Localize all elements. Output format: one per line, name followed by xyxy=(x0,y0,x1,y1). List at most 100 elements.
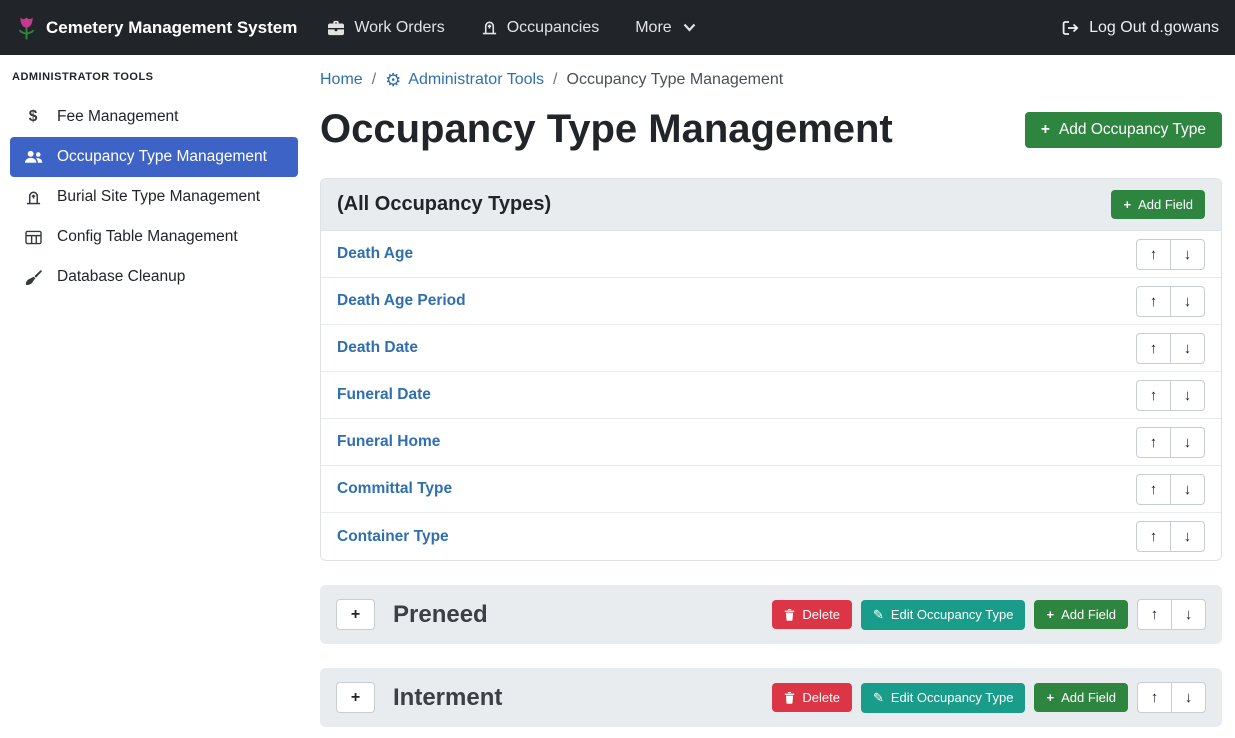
work-orders-icon xyxy=(327,20,345,36)
breadcrumb-administrator-tools[interactable]: ⚙ Administrator Tools xyxy=(385,71,544,89)
add-field-button[interactable]: + Add Field xyxy=(1034,600,1128,629)
arrow-up-icon: ↑ xyxy=(1151,606,1159,623)
section-actions: Delete ✎ Edit Occupancy Type + Add Field… xyxy=(772,599,1206,630)
logout-label: Log Out d.gowans xyxy=(1089,19,1219,37)
nav-item-work-orders[interactable]: Work Orders xyxy=(327,19,444,37)
reorder-controls: ↑ ↓ xyxy=(1136,427,1205,458)
arrow-up-icon: ↑ xyxy=(1150,434,1158,451)
field-link[interactable]: Death Age Period xyxy=(337,292,466,310)
chevron-down-icon xyxy=(683,23,696,32)
app-title: Cemetery Management System xyxy=(46,18,297,38)
field-link[interactable]: Committal Type xyxy=(337,480,452,498)
sidebar-item-burial-site-type-management[interactable]: Burial Site Type Management xyxy=(10,177,298,217)
main-content: Home / ⚙ Administrator Tools / Occupancy… xyxy=(308,55,1235,738)
move-down-button[interactable]: ↓ xyxy=(1171,682,1206,713)
breadcrumb-current: Occupancy Type Management xyxy=(567,71,784,89)
tulip-logo-icon xyxy=(16,15,37,41)
field-link[interactable]: Funeral Home xyxy=(337,433,440,451)
add-field-button[interactable]: + Add Field xyxy=(1111,190,1205,219)
delete-button[interactable]: Delete xyxy=(772,683,852,712)
field-row: Committal Type ↑ ↓ xyxy=(321,466,1221,513)
section-actions: Delete ✎ Edit Occupancy Type + Add Field… xyxy=(772,682,1206,713)
sidebar-item-fee-management[interactable]: $ Fee Management xyxy=(10,97,298,137)
arrow-up-icon: ↑ xyxy=(1150,340,1158,357)
field-row: Funeral Home ↑ ↓ xyxy=(321,419,1221,466)
broom-icon xyxy=(22,269,44,286)
all-occupancy-types-card: (All Occupancy Types) + Add Field Death … xyxy=(320,178,1222,561)
logout-button[interactable]: Log Out d.gowans xyxy=(1062,19,1219,37)
sidebar-item-occupancy-type-management[interactable]: Occupancy Type Management xyxy=(10,137,298,177)
move-up-button[interactable]: ↑ xyxy=(1136,239,1171,270)
nav-item-occupancies[interactable]: Occupancies xyxy=(481,19,600,37)
app-brand[interactable]: Cemetery Management System xyxy=(16,15,297,41)
edit-occupancy-type-button[interactable]: ✎ Edit Occupancy Type xyxy=(861,683,1026,713)
field-link[interactable]: Death Date xyxy=(337,339,418,357)
sidebar-item-label: Fee Management xyxy=(57,108,179,126)
move-down-button[interactable]: ↓ xyxy=(1170,333,1205,364)
reorder-controls: ↑ ↓ xyxy=(1136,286,1205,317)
top-navbar: Cemetery Management System Work Orders O… xyxy=(0,0,1235,55)
breadcrumb-home[interactable]: Home xyxy=(320,71,363,89)
move-up-button[interactable]: ↑ xyxy=(1137,599,1172,630)
card-header: (All Occupancy Types) + Add Field xyxy=(321,179,1221,231)
add-field-button[interactable]: + Add Field xyxy=(1034,683,1128,712)
arrow-down-icon: ↓ xyxy=(1185,606,1193,623)
move-up-button[interactable]: ↑ xyxy=(1136,427,1171,458)
sidebar-header: ADMINISTRATOR TOOLS xyxy=(12,71,296,83)
tombstone-icon xyxy=(22,189,44,206)
edit-occupancy-type-button[interactable]: ✎ Edit Occupancy Type xyxy=(861,600,1026,630)
plus-icon: + xyxy=(351,689,360,707)
users-icon xyxy=(22,150,44,164)
move-up-button[interactable]: ↑ xyxy=(1136,380,1171,411)
page-title: Occupancy Type Management xyxy=(320,107,893,152)
move-down-button[interactable]: ↓ xyxy=(1171,599,1206,630)
delete-button[interactable]: Delete xyxy=(772,600,852,629)
field-link[interactable]: Funeral Date xyxy=(337,386,431,404)
arrow-up-icon: ↑ xyxy=(1150,387,1158,404)
field-link[interactable]: Container Type xyxy=(337,528,449,546)
expand-section-button[interactable]: + xyxy=(336,599,375,630)
sidebar-item-label: Burial Site Type Management xyxy=(57,188,260,206)
plus-icon: + xyxy=(1123,197,1131,212)
add-occupancy-type-button[interactable]: + Add Occupancy Type xyxy=(1025,112,1222,148)
pencil-icon: ✎ xyxy=(873,690,884,706)
move-up-button[interactable]: ↑ xyxy=(1136,521,1171,552)
move-down-button[interactable]: ↓ xyxy=(1170,239,1205,270)
arrow-up-icon: ↑ xyxy=(1150,246,1158,263)
reorder-controls: ↑ ↓ xyxy=(1136,239,1205,270)
occupancies-icon xyxy=(481,19,498,36)
arrow-up-icon: ↑ xyxy=(1150,528,1158,545)
trash-icon xyxy=(784,608,795,621)
arrow-down-icon: ↓ xyxy=(1184,246,1192,263)
move-down-button[interactable]: ↓ xyxy=(1170,474,1205,505)
field-link[interactable]: Death Age xyxy=(337,245,413,263)
reorder-controls: ↑ ↓ xyxy=(1136,474,1205,505)
sidebar-item-database-cleanup[interactable]: Database Cleanup xyxy=(10,257,298,297)
move-down-button[interactable]: ↓ xyxy=(1170,427,1205,458)
nav-item-more[interactable]: More xyxy=(635,19,695,37)
move-up-button[interactable]: ↑ xyxy=(1136,474,1171,505)
move-up-button[interactable]: ↑ xyxy=(1137,682,1172,713)
breadcrumb: Home / ⚙ Administrator Tools / Occupancy… xyxy=(320,71,1222,89)
nav-item-label: More xyxy=(635,19,671,37)
field-row: Death Age ↑ ↓ xyxy=(321,231,1221,278)
sidebar-item-config-table-management[interactable]: Config Table Management xyxy=(10,217,298,257)
sidebar: ADMINISTRATOR TOOLS $ Fee Management Occ… xyxy=(0,55,308,738)
arrow-down-icon: ↓ xyxy=(1184,340,1192,357)
move-down-button[interactable]: ↓ xyxy=(1170,286,1205,317)
nav-links: Work Orders Occupancies More xyxy=(327,19,695,37)
section-interment: + Interment Delete ✎ Edit Occupancy Type xyxy=(320,668,1222,727)
card-title: (All Occupancy Types) xyxy=(337,193,551,216)
section-title: Preneed xyxy=(393,601,488,629)
trash-icon xyxy=(784,691,795,704)
move-down-button[interactable]: ↓ xyxy=(1170,380,1205,411)
arrow-down-icon: ↓ xyxy=(1185,689,1193,706)
move-down-button[interactable]: ↓ xyxy=(1170,521,1205,552)
arrow-down-icon: ↓ xyxy=(1184,528,1192,545)
nav-item-label: Work Orders xyxy=(354,19,444,37)
arrow-up-icon: ↑ xyxy=(1151,689,1159,706)
move-up-button[interactable]: ↑ xyxy=(1136,333,1171,364)
expand-section-button[interactable]: + xyxy=(336,682,375,713)
move-up-button[interactable]: ↑ xyxy=(1136,286,1171,317)
arrow-up-icon: ↑ xyxy=(1150,481,1158,498)
